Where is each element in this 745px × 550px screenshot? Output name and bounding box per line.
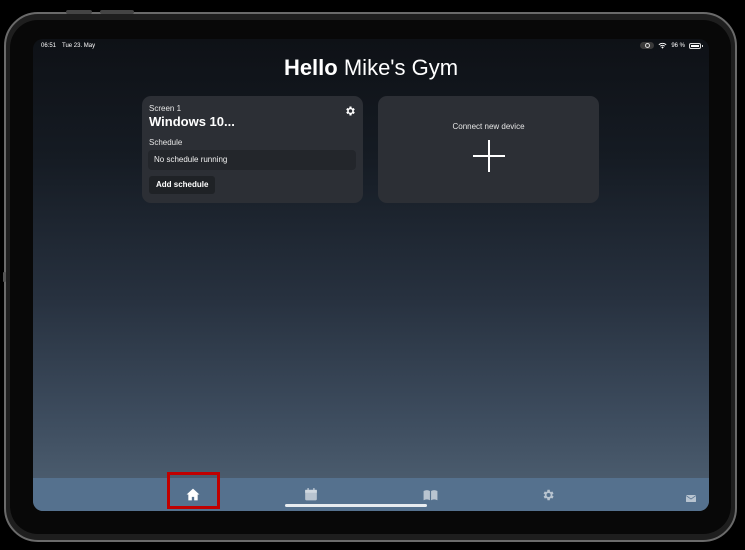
gear-icon[interactable] [344, 105, 356, 117]
greeting-gym-name: Mike's Gym [343, 55, 459, 80]
gear-icon [543, 489, 554, 500]
wifi-icon [658, 42, 667, 49]
screen-card[interactable]: Screen 1 Windows 10... Schedule No sched… [142, 96, 363, 203]
side-sensor [3, 272, 6, 282]
battery-icon [689, 42, 703, 49]
screen-label: Screen 1 [149, 104, 182, 113]
add-schedule-button[interactable]: Add schedule [149, 176, 216, 194]
page-title: Hello Mike's Gym [33, 55, 709, 81]
home-tab-highlight [167, 472, 220, 509]
app-screen: 06:51 Tue 23. May 96 % Hello Mike's Gym … [33, 39, 709, 511]
connect-device-card[interactable]: Connect new device [378, 96, 599, 203]
home-indicator[interactable] [285, 504, 427, 507]
volume-button [66, 10, 92, 14]
mail-icon[interactable] [686, 495, 696, 502]
greeting-hello: Hello [283, 55, 338, 80]
screen-name: Windows 10... [149, 114, 235, 129]
battery-percentage: 96 % [671, 42, 685, 49]
orientation-lock-icon [640, 42, 655, 49]
status-bar: 06:51 Tue 23. May 96 % [33, 39, 709, 53]
status-time: 06:51 [41, 43, 57, 49]
schedule-label: Schedule [149, 138, 183, 147]
tab-settings[interactable] [524, 478, 572, 511]
volume-button [100, 10, 134, 14]
book-icon [423, 489, 437, 500]
connect-device-label: Connect new device [452, 122, 525, 131]
tab-bar [33, 478, 709, 511]
status-date: Tue 23. May [62, 43, 96, 49]
schedule-status: No schedule running [148, 150, 356, 170]
calendar-icon [305, 488, 317, 501]
status-indicators: 96 % [640, 42, 703, 49]
plus-icon[interactable] [473, 140, 505, 172]
